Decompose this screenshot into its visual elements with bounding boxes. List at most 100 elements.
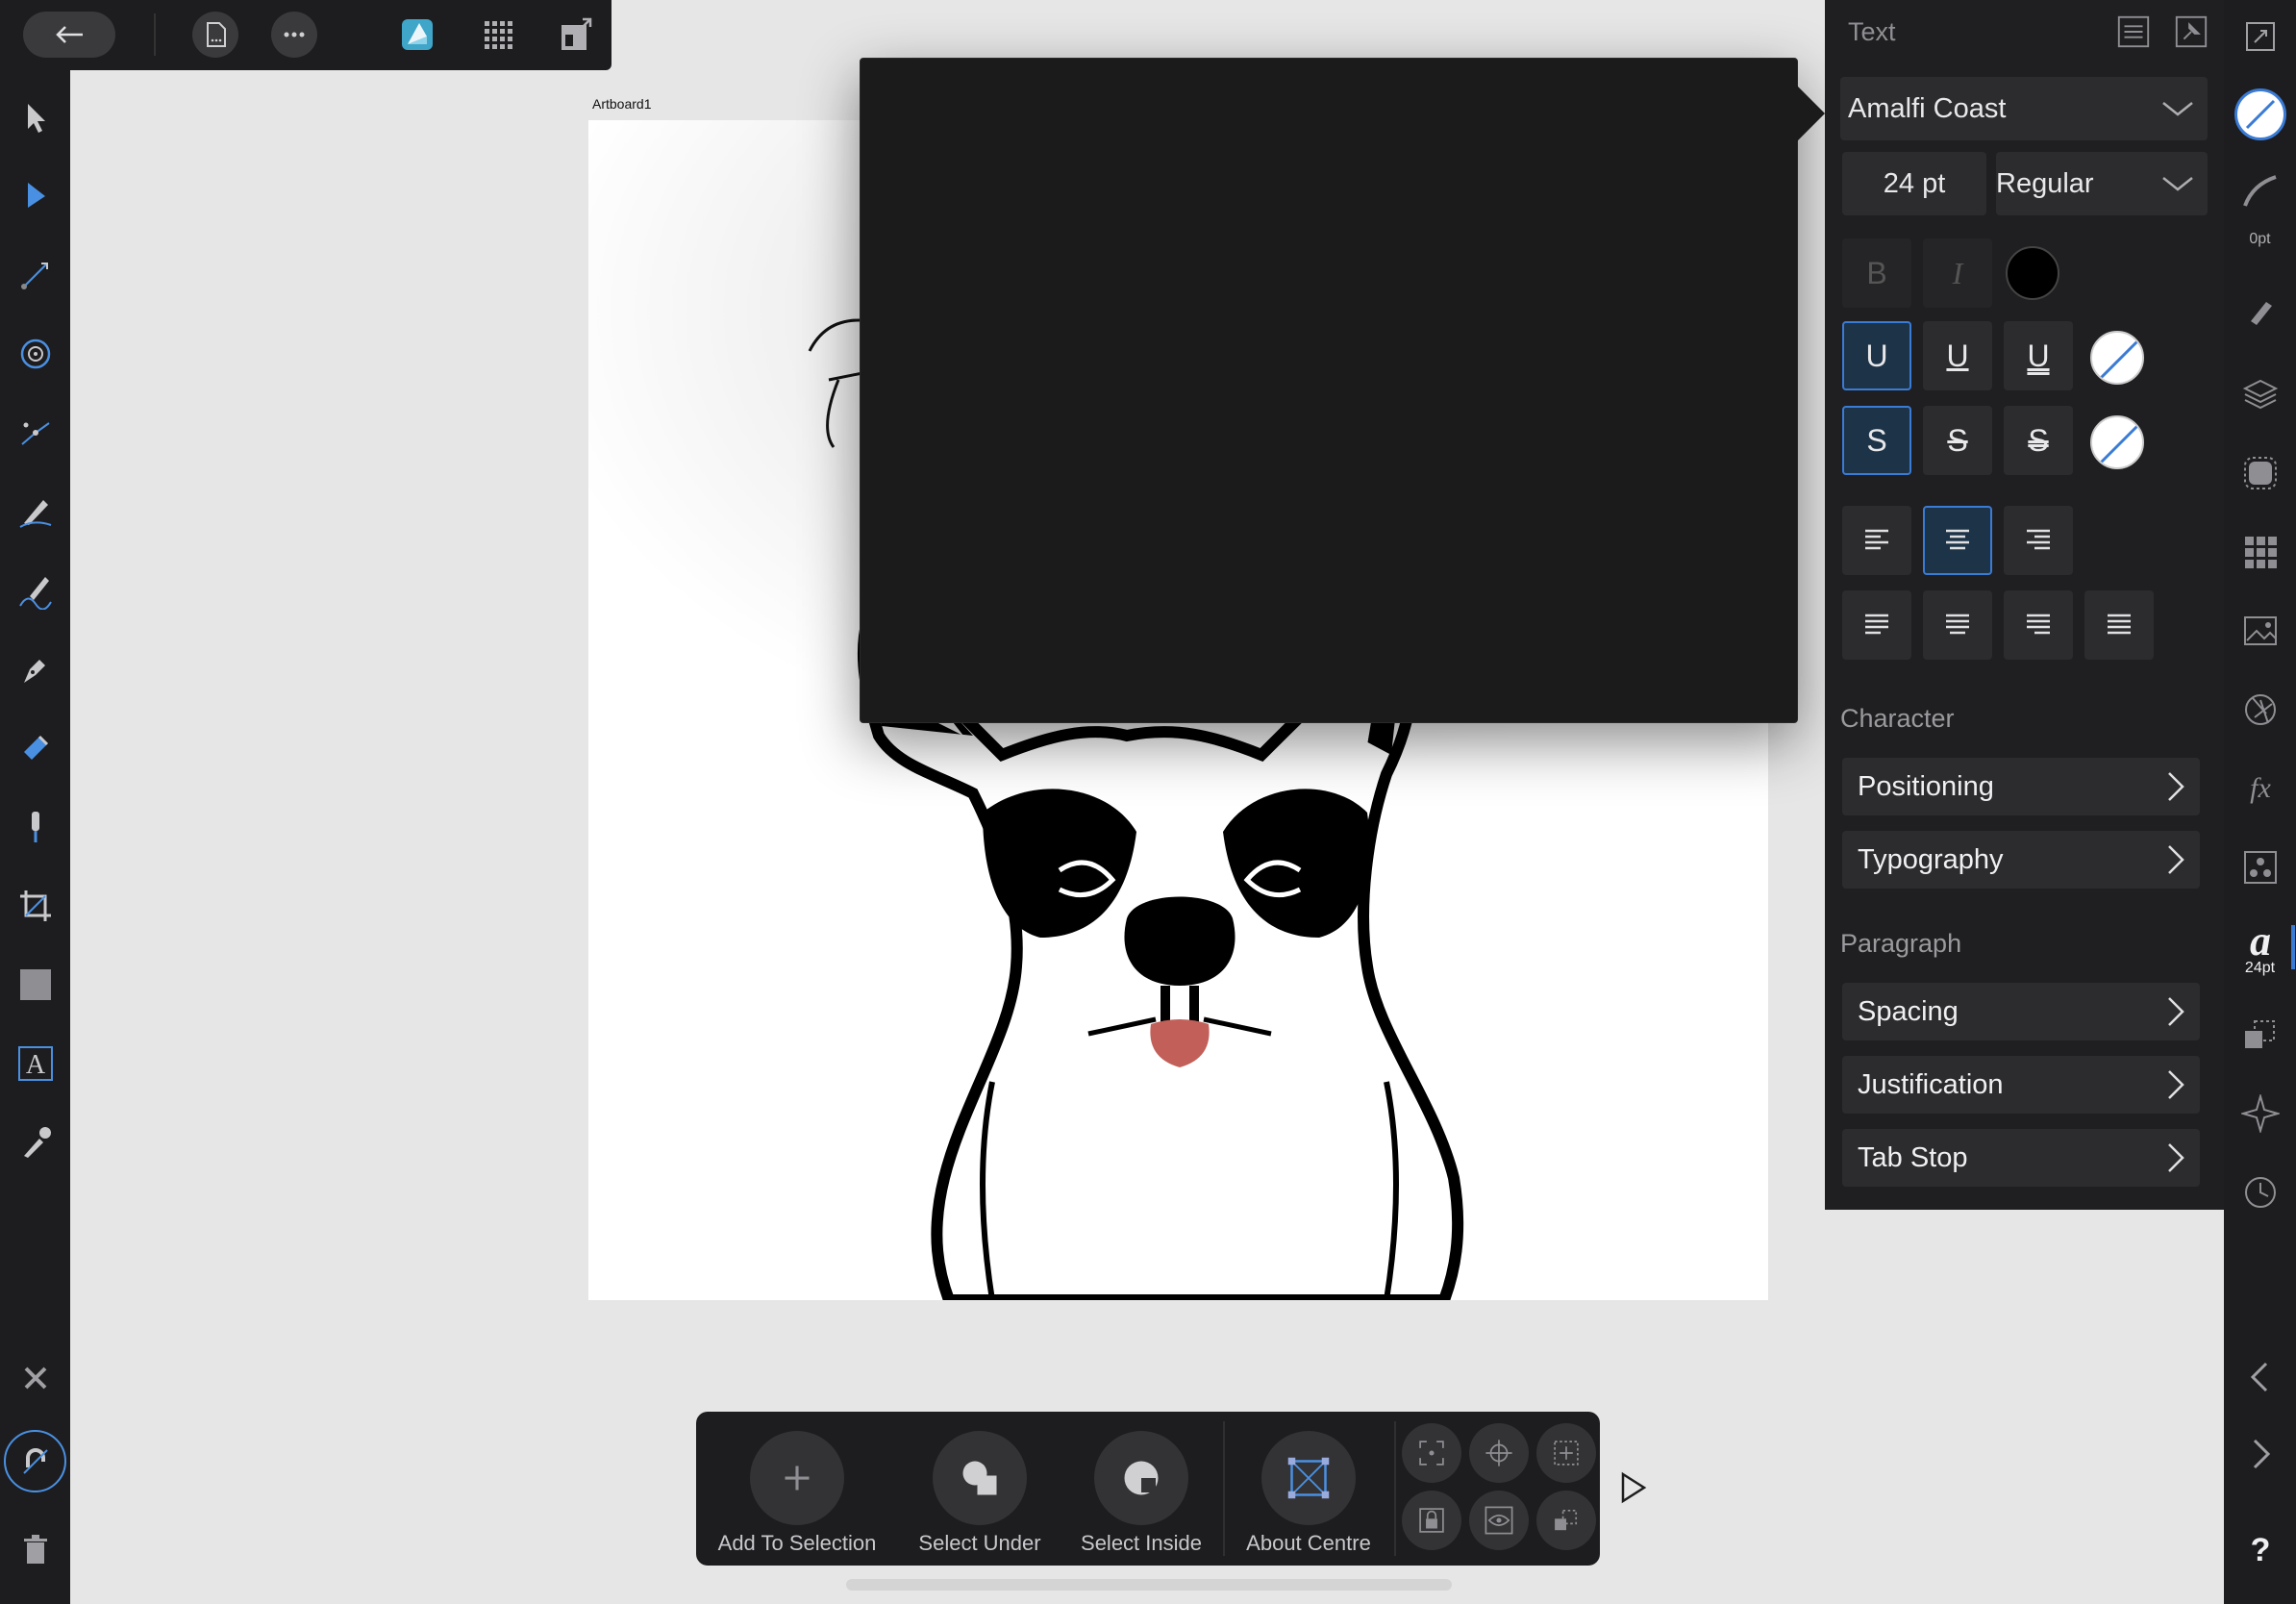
lock-children-button[interactable] <box>1402 1491 1461 1550</box>
typography-row[interactable]: Typography <box>1842 831 2200 889</box>
distribute-button[interactable] <box>1536 1423 1596 1483</box>
underline-label: U <box>2027 338 2050 373</box>
effects-studio-button[interactable] <box>2235 448 2285 498</box>
assets-studio-button[interactable] <box>2235 842 2285 892</box>
vector-brush-icon <box>18 576 52 610</box>
more-button[interactable] <box>271 12 317 58</box>
brushes-studio-button[interactable] <box>2235 287 2285 337</box>
transform-origin-button[interactable] <box>1402 1423 1461 1483</box>
stroke-well[interactable] <box>2235 165 2285 215</box>
contour-tool[interactable] <box>10 407 61 458</box>
fx-studio-button[interactable]: fx <box>2235 764 2285 814</box>
pin-panel-button[interactable] <box>2171 12 2211 52</box>
close-tool-button[interactable] <box>10 1352 61 1403</box>
help-button[interactable]: ? <box>2235 1525 2285 1575</box>
point-transform-tool[interactable] <box>10 328 61 379</box>
export-persona-icon <box>562 17 592 50</box>
font-size-field[interactable]: 24 pt <box>1842 152 1986 215</box>
spacing-row[interactable]: Spacing <box>1842 983 2200 1040</box>
underline-single-button[interactable]: U <box>1923 321 1992 390</box>
compass-icon <box>2241 1094 2280 1133</box>
arrange-button[interactable] <box>1536 1491 1596 1550</box>
text-studio-button[interactable]: a <box>2235 915 2285 965</box>
align-center-button[interactable] <box>1923 506 1992 575</box>
strike-label: S <box>1947 422 1968 458</box>
layers-studio-button[interactable] <box>2235 369 2285 419</box>
text-color-swatch[interactable] <box>2006 246 2059 300</box>
transparency-tool[interactable] <box>10 801 61 852</box>
bold-button[interactable]: B <box>1842 238 1911 308</box>
vector-brush-tool[interactable] <box>10 564 61 615</box>
tab-stop-row[interactable]: Tab Stop <box>1842 1129 2200 1187</box>
strike-double-button[interactable]: S <box>2004 406 2073 475</box>
history-studio-button[interactable] <box>2235 1167 2285 1217</box>
pixel-persona-button[interactable] <box>475 12 521 58</box>
scan-icon <box>1419 1441 1444 1466</box>
select-inside-button[interactable]: Select Inside <box>1060 1421 1223 1556</box>
collapse-left-button[interactable] <box>2235 1352 2285 1402</box>
panel-menu-button[interactable] <box>2113 12 2154 52</box>
document-button[interactable] <box>192 12 238 58</box>
font-style-select[interactable]: Regular <box>1996 152 2208 215</box>
crop-icon <box>19 890 51 921</box>
node-tool[interactable] <box>10 170 61 221</box>
snapping-button[interactable] <box>4 1430 66 1492</box>
separator <box>1394 1421 1396 1556</box>
justify-all-button[interactable] <box>2084 590 2154 660</box>
scroll-indicator[interactable] <box>846 1579 1452 1591</box>
chevron-down-icon <box>2162 177 2193 191</box>
underline-label: U <box>1946 338 1969 373</box>
plus-icon <box>785 1466 810 1491</box>
strike-single-button[interactable]: S <box>1923 406 1992 475</box>
move-tool[interactable] <box>10 91 61 142</box>
positioning-row[interactable]: Positioning <box>1842 758 2200 815</box>
add-to-selection-button[interactable]: Add To Selection <box>715 1421 879 1556</box>
pencil-tool[interactable] <box>10 486 61 537</box>
delete-button[interactable] <box>10 1524 61 1575</box>
justification-row[interactable]: Justification <box>1842 1056 2200 1114</box>
brush-icon <box>2251 302 2272 325</box>
swatches-grid-icon <box>2245 537 2277 568</box>
underline-double-button[interactable]: U <box>2004 321 2073 390</box>
about-centre-circle <box>1261 1431 1356 1525</box>
align-left-button[interactable] <box>1842 506 1911 575</box>
about-centre-button[interactable]: About Centre <box>1227 1421 1390 1556</box>
help-icon: ? <box>2250 1531 2271 1568</box>
align-right-button[interactable] <box>2004 506 2073 575</box>
pen-tool[interactable] <box>10 643 61 694</box>
font-family-select[interactable]: Amalfi Coast <box>1840 77 2208 140</box>
visibility-button[interactable] <box>1469 1491 1529 1550</box>
crosshair-button[interactable] <box>1469 1423 1529 1483</box>
underline-color-swatch[interactable] <box>2090 331 2144 385</box>
justify-left-button[interactable] <box>1842 590 1911 660</box>
underline-none-button[interactable]: U <box>1842 321 1911 390</box>
select-under-button[interactable]: Select Under <box>898 1421 1061 1556</box>
chevron-right-icon <box>2168 1070 2184 1099</box>
transform-studio-button[interactable] <box>2235 1010 2285 1060</box>
play-icon[interactable] <box>1619 1471 1648 1504</box>
rectangle-tool[interactable] <box>10 959 61 1010</box>
navigator-studio-button[interactable] <box>2235 1089 2285 1139</box>
export-persona-button[interactable] <box>552 12 598 58</box>
corner-tool[interactable] <box>10 249 61 300</box>
justify-right-button[interactable] <box>2004 590 2073 660</box>
target-icon <box>20 338 50 368</box>
artistic-text-tool[interactable]: A <box>10 1038 61 1089</box>
crop-tool[interactable] <box>10 880 61 931</box>
justify-center-button[interactable] <box>1923 590 1992 660</box>
italic-button[interactable]: I <box>1923 238 1992 308</box>
strike-color-swatch[interactable] <box>2090 415 2144 469</box>
back-button[interactable] <box>23 12 115 58</box>
appearance-studio-button[interactable] <box>2235 685 2285 735</box>
no-color-icon <box>2096 337 2142 383</box>
stock-studio-button[interactable] <box>2235 606 2285 656</box>
color-picker-tool[interactable] <box>10 1116 61 1167</box>
pixel-grid-icon <box>485 21 512 49</box>
collapse-right-button[interactable] <box>2235 1429 2285 1479</box>
fit-view-button[interactable] <box>2235 12 2285 62</box>
swatches-studio-button[interactable] <box>2235 527 2285 577</box>
strike-none-button[interactable]: S <box>1842 406 1911 475</box>
fill-color-well[interactable] <box>2234 88 2286 140</box>
fill-tool[interactable] <box>10 722 61 773</box>
designer-persona-button[interactable] <box>394 12 440 58</box>
